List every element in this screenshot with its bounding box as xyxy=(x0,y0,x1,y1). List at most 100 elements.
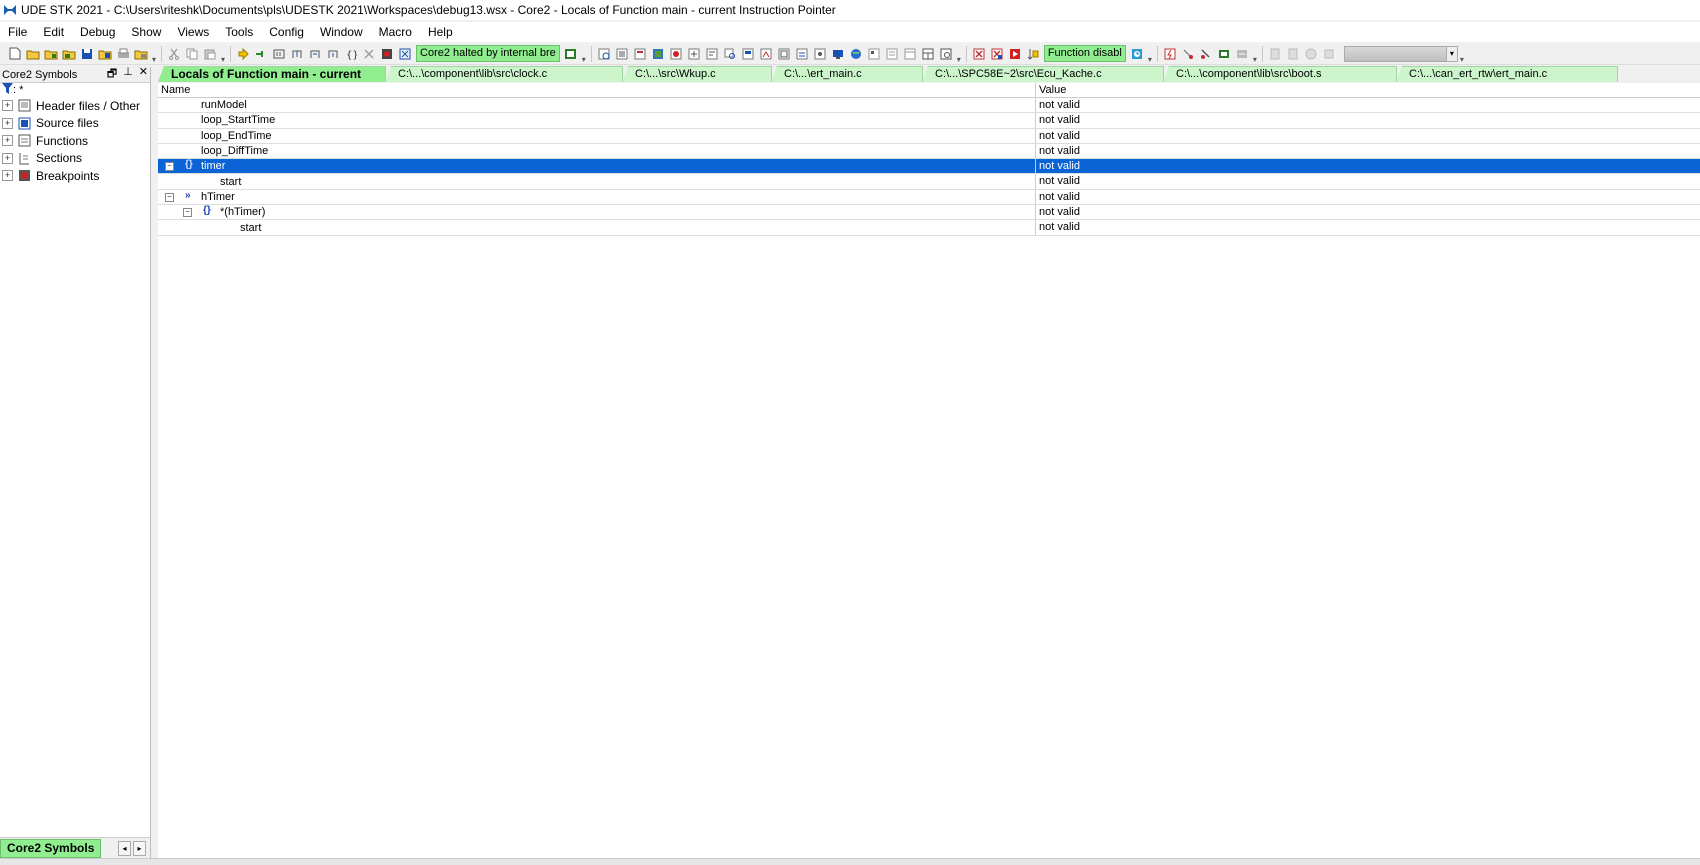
menu-views[interactable]: Views xyxy=(169,23,217,41)
erase-icon[interactable] xyxy=(1199,47,1213,61)
stop-icon[interactable] xyxy=(254,47,268,61)
split-view-icon[interactable] xyxy=(921,47,935,61)
menu-help[interactable]: Help xyxy=(420,23,461,41)
filter-icon[interactable] xyxy=(2,83,13,97)
reset-icon[interactable] xyxy=(272,47,286,61)
new-file-icon[interactable] xyxy=(8,47,22,61)
toolbar-overflow-icon[interactable]: ▾ xyxy=(1253,55,1257,64)
tab-locals-main[interactable]: Locals of Function main - current xyxy=(158,66,386,82)
print-setup-icon[interactable] xyxy=(134,47,148,61)
close-icon[interactable]: ✕ xyxy=(139,65,148,84)
value-cell[interactable]: not valid xyxy=(1036,220,1700,234)
pin-icon[interactable]: ⊥ xyxy=(123,65,133,84)
menu-config[interactable]: Config xyxy=(261,23,312,41)
tab-core2-symbols[interactable]: Core2 Symbols xyxy=(0,838,102,858)
recent-workspace-icon[interactable] xyxy=(62,47,76,61)
column-header-name[interactable]: Name xyxy=(158,83,1036,97)
panel-splitter[interactable] xyxy=(151,67,157,858)
locals-view-icon[interactable] xyxy=(705,47,719,61)
trace-icon[interactable] xyxy=(398,47,412,61)
copy-icon[interactable] xyxy=(185,47,199,61)
menu-file[interactable]: File xyxy=(0,23,35,41)
toolbar-overflow-icon[interactable]: ▾ xyxy=(1148,55,1152,64)
table-row[interactable]: loop_EndTime not valid xyxy=(158,128,1700,144)
tab-scroll-left-icon[interactable]: ◂ xyxy=(118,840,131,856)
table-row[interactable]: loop_StartTime not valid xyxy=(158,113,1700,129)
menu-edit[interactable]: Edit xyxy=(35,23,72,41)
window-view-icon[interactable] xyxy=(903,47,917,61)
menu-tools[interactable]: Tools xyxy=(217,23,261,41)
table-row[interactable]: runModel not valid xyxy=(158,98,1700,114)
save-all-icon[interactable] xyxy=(98,47,112,61)
run-icon[interactable] xyxy=(236,47,250,61)
value-cell[interactable]: not valid xyxy=(1036,144,1700,158)
run-to-cursor-icon[interactable]: {} xyxy=(344,47,358,61)
table-view-icon[interactable] xyxy=(885,47,899,61)
globe-icon[interactable] xyxy=(849,47,863,61)
step-over-icon[interactable] xyxy=(308,47,322,61)
dropdown-arrow-icon[interactable]: ▾ xyxy=(1445,46,1457,61)
memory-view-icon[interactable] xyxy=(615,47,629,61)
table-row[interactable]: − » hTimer not valid xyxy=(158,189,1700,206)
menu-show[interactable]: Show xyxy=(123,23,169,41)
set-breakpoint-icon[interactable] xyxy=(1008,47,1022,61)
value-cell[interactable]: not valid xyxy=(1036,205,1700,219)
open-workspace-icon[interactable] xyxy=(44,47,58,61)
value-cell[interactable]: not valid xyxy=(1036,113,1700,127)
watch-view-icon[interactable] xyxy=(687,47,701,61)
expand-icon[interactable]: + xyxy=(2,152,13,164)
breakpoint-list-icon[interactable] xyxy=(1026,47,1040,61)
flash-icon[interactable] xyxy=(1163,47,1177,61)
value-cell[interactable]: not valid xyxy=(1036,190,1700,204)
table-row[interactable]: loop_DiffTime not valid xyxy=(158,143,1700,160)
delete-breakpoint-icon[interactable] xyxy=(972,47,986,61)
expand-icon[interactable]: + xyxy=(2,117,13,129)
list-view-icon[interactable] xyxy=(867,47,881,61)
trace-view-icon[interactable] xyxy=(669,47,683,61)
disable-breakpoints-icon[interactable] xyxy=(362,47,376,61)
disabled-tool-icon[interactable] xyxy=(1286,47,1300,61)
clock-icon[interactable] xyxy=(1130,47,1144,61)
stack-view-icon[interactable] xyxy=(813,47,827,61)
value-cell[interactable]: not valid xyxy=(1036,98,1700,112)
disassembly-view-icon[interactable] xyxy=(651,47,665,61)
breakpoint-icon[interactable] xyxy=(380,47,394,61)
peripheral-view-icon[interactable] xyxy=(777,47,791,61)
device-view-icon[interactable] xyxy=(795,47,809,61)
table-row-selected[interactable]: − {} timer not valid xyxy=(158,159,1700,175)
menu-debug[interactable]: Debug xyxy=(72,23,123,41)
table-row[interactable]: start not valid xyxy=(158,174,1700,190)
core-select-icon[interactable] xyxy=(564,47,578,61)
toolbar-overflow-icon[interactable]: ▾ xyxy=(152,55,156,64)
program-icon[interactable] xyxy=(1181,47,1195,61)
symbol-filter[interactable]: : * xyxy=(0,83,150,97)
paste-icon[interactable] xyxy=(203,47,217,61)
expand-icon[interactable]: + xyxy=(2,135,13,147)
symbols-view-icon[interactable] xyxy=(597,47,611,61)
value-cell[interactable]: not valid xyxy=(1036,174,1700,188)
value-cell[interactable]: not valid xyxy=(1036,159,1700,173)
table-row[interactable]: − {} *(hTimer) not valid xyxy=(158,205,1700,221)
toolbar-overflow-icon[interactable]: ▾ xyxy=(957,55,961,64)
tab-wkup-c[interactable]: C:\...\src\Wkup.c xyxy=(622,66,772,82)
step-into-icon[interactable] xyxy=(290,47,304,61)
tree-item-header-files[interactable]: + Header files / Other xyxy=(0,97,150,115)
profiling-view-icon[interactable] xyxy=(759,47,773,61)
tab-scroll-right-icon[interactable]: ▸ xyxy=(133,840,146,856)
toolbar-overflow-icon[interactable]: ▾ xyxy=(582,55,586,64)
step-out-icon[interactable] xyxy=(326,47,340,61)
toolbar-dropdown[interactable]: ▾ xyxy=(1343,45,1458,62)
tab-ecu-kache-c[interactable]: C:\...\SPC58E~2\src\Ecu_Kache.c xyxy=(922,66,1164,82)
callstack-view-icon[interactable] xyxy=(741,47,755,61)
tree-item-functions[interactable]: + Functions xyxy=(0,132,150,150)
tab-can-ert-main-c[interactable]: C:\...\can_ert_rtw\ert_main.c xyxy=(1396,66,1618,82)
cut-icon[interactable] xyxy=(167,47,181,61)
print-icon[interactable] xyxy=(116,47,130,61)
collapse-icon[interactable]: − xyxy=(165,162,174,172)
expand-icon[interactable]: + xyxy=(2,100,13,112)
target-connect-icon[interactable] xyxy=(1217,47,1231,61)
tab-clock-c[interactable]: C:\...\component\lib\src\clock.c xyxy=(385,66,623,82)
menu-macro[interactable]: Macro xyxy=(371,23,420,41)
tab-boot-s[interactable]: C:\...\component\lib\src\boot.s xyxy=(1163,66,1397,82)
disabled-settings-icon[interactable] xyxy=(1322,47,1336,61)
